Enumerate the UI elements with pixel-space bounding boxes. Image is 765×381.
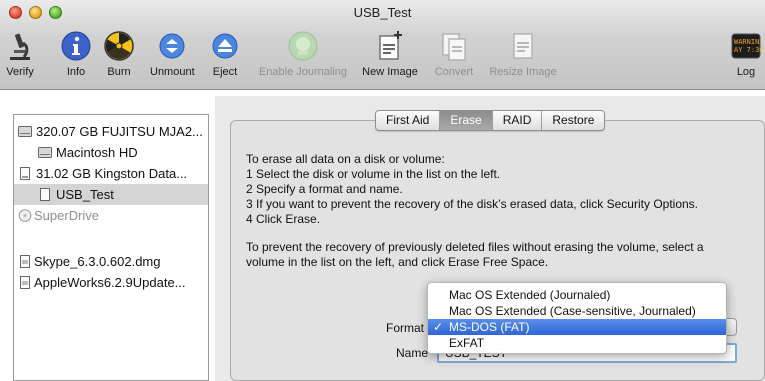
optical-drive-icon	[18, 209, 32, 222]
sidebar-item-fujitsu-disk[interactable]: 320.07 GB FUJITSU MJA2...	[14, 121, 208, 142]
sidebar-item-label: Skype_6.3.0.602.dmg	[34, 254, 161, 269]
convert-label: Convert	[434, 66, 474, 78]
format-option-mac-os-extended-case-sensitive[interactable]: Mac OS Extended (Case-sensitive, Journal…	[428, 303, 726, 319]
sidebar-item-appleworks-update[interactable]: AppleWorks6.2.9Update...	[14, 272, 208, 293]
sidebar-item-superdrive[interactable]: SuperDrive	[14, 205, 208, 226]
enable-journaling-button[interactable]: Enable Journaling	[258, 30, 348, 82]
checkmark-icon: ✓	[433, 320, 444, 334]
instruction-line: To erase all data on a disk or volume:	[246, 152, 445, 166]
format-option-mac-os-extended-journaled[interactable]: Mac OS Extended (Journaled)	[428, 287, 726, 303]
format-menu: Mac OS Extended (Journaled) Mac OS Exten…	[427, 282, 727, 354]
sidebar-item-label: 320.07 GB FUJITSU MJA2...	[36, 124, 203, 139]
info-button[interactable]: Info	[61, 30, 91, 82]
tab-raid[interactable]: RAID	[493, 111, 543, 130]
free-space-instruction-line: volume in the list on the left, and clic…	[246, 255, 549, 269]
menu-item-label: Mac OS Extended (Case-sensitive, Journal…	[449, 304, 696, 318]
format-option-exfat[interactable]: ExFAT	[428, 335, 726, 351]
sidebar-item-skype-dmg[interactable]: Skype_6.3.0.602.dmg	[14, 251, 208, 272]
eject-button[interactable]: Eject	[212, 30, 238, 82]
sidebar-item-macintosh-hd[interactable]: Macintosh HD	[14, 142, 208, 163]
burn-label: Burn	[107, 66, 131, 78]
sidebar-item-label: SuperDrive	[34, 208, 100, 223]
sidebar-item-label: 31.02 GB Kingston Data...	[36, 166, 188, 181]
burn-icon	[104, 31, 134, 61]
menu-item-label: MS-DOS (FAT)	[449, 320, 530, 334]
resize-image-button[interactable]: Resize Image	[489, 30, 557, 82]
window-toolbar: USB_Test Verify Info Burn Unmount Eject …	[0, 0, 765, 90]
enable-journaling-label: Enable Journaling	[258, 66, 348, 78]
sidebar-item-usb-test[interactable]: USB_Test	[14, 184, 208, 205]
disk-sidebar[interactable]: 320.07 GB FUJITSU MJA2... Macintosh HD 3…	[13, 114, 209, 381]
usb-disk-icon	[20, 167, 30, 180]
eject-icon	[212, 33, 238, 59]
info-label: Info	[66, 66, 86, 78]
sidebar-item-label: AppleWorks6.2.9Update...	[34, 275, 186, 290]
eject-label: Eject	[212, 66, 238, 78]
instruction-line: 1 Select the disk or volume in the list …	[246, 167, 501, 181]
free-space-instruction-line: To prevent the recovery of previously de…	[246, 240, 704, 254]
tab-erase[interactable]: Erase	[440, 111, 493, 130]
disk-image-icon	[20, 276, 30, 289]
new-image-button[interactable]: New Image	[362, 30, 418, 82]
disk-image-icon	[20, 255, 30, 268]
sidebar-item-label: USB_Test	[56, 187, 114, 202]
format-option-ms-dos-fat[interactable]: ✓ MS-DOS (FAT)	[428, 319, 726, 335]
instruction-line: 3 If you want to prevent the recovery of…	[246, 197, 699, 211]
info-icon	[61, 31, 91, 61]
journaling-icon	[288, 31, 318, 61]
log-icon: WARNIN AY 7:36	[731, 33, 762, 59]
tab-restore[interactable]: Restore	[542, 111, 604, 130]
unmount-label: Unmount	[150, 66, 195, 78]
tab-first-aid[interactable]: First Aid	[376, 111, 441, 130]
new-image-icon	[379, 31, 402, 60]
log-label: Log	[736, 66, 756, 78]
burn-button[interactable]: Burn	[104, 30, 134, 82]
tab-bar: First Aid Erase RAID Restore	[375, 110, 606, 131]
microscope-icon	[10, 33, 30, 60]
log-button[interactable]: WARNIN AY 7:36 Log	[731, 30, 762, 82]
verify-label: Verify	[6, 66, 34, 78]
convert-button[interactable]: Convert	[432, 30, 476, 82]
resize-image-icon	[513, 33, 533, 59]
log-icon-line-1: WARNIN AY 7:36	[734, 38, 762, 54]
resize-image-label: Resize Image	[489, 66, 557, 78]
window-title: USB_Test	[353, 5, 412, 20]
sidebar-item-kingston-disk[interactable]: 31.02 GB Kingston Data...	[14, 163, 208, 184]
hard-disk-icon	[18, 126, 32, 137]
log-icon-text-line: WARNIN	[734, 38, 759, 46]
unmount-icon	[159, 33, 185, 59]
format-label: Format	[386, 321, 425, 335]
volume-icon	[40, 188, 50, 201]
instruction-line: 2 Specify a format and name.	[246, 182, 403, 196]
menu-item-label: Mac OS Extended (Journaled)	[449, 288, 611, 302]
convert-icon	[442, 33, 466, 61]
new-image-label: New Image	[362, 66, 418, 78]
verify-button[interactable]: Verify	[6, 30, 34, 82]
name-label: Name	[396, 346, 429, 360]
sidebar-item-label: Macintosh HD	[56, 145, 138, 160]
instruction-line: 4 Click Erase.	[246, 212, 321, 226]
log-icon-text-line: AY 7:36	[734, 46, 762, 54]
volume-icon	[38, 147, 52, 158]
menu-item-label: ExFAT	[449, 336, 485, 350]
unmount-button[interactable]: Unmount	[150, 30, 195, 82]
